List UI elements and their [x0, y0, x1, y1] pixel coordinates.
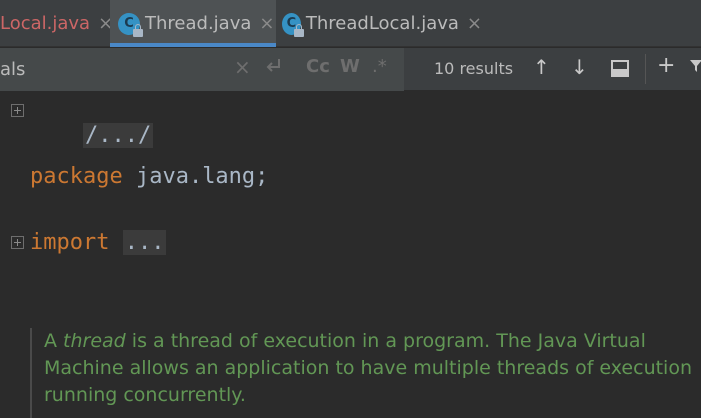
new-line-svg — [266, 59, 280, 72]
tab-threadlocal-java[interactable]: C ThreadLocal.java × — [276, 0, 482, 47]
tab-label: ThreadLocal.java — [305, 13, 459, 34]
folded-imports[interactable]: ... — [122, 230, 167, 255]
toolbar-divider — [645, 54, 646, 84]
tab-close-icon[interactable]: × — [259, 13, 274, 34]
previous-occurrence-icon[interactable]: ↑ — [533, 55, 550, 79]
fold-expand-icon[interactable] — [11, 104, 24, 117]
doc-italic-term: thread — [63, 330, 126, 352]
lock-icon — [293, 23, 304, 37]
search-results-count: 10 results — [434, 59, 514, 78]
code-line-import: import ... — [30, 230, 167, 255]
filter-icon[interactable] — [690, 56, 701, 81]
next-occurrence-icon[interactable]: ↓ — [571, 55, 588, 79]
class-file-icon: C — [282, 12, 304, 37]
add-occurrence-icon[interactable]: + — [657, 53, 675, 78]
search-input[interactable]: als × Cc W .* — [0, 48, 404, 91]
new-line-icon[interactable] — [265, 56, 283, 81]
editor-tab-bar: Local.java × C Thread.java × C ThreadLoc… — [0, 0, 701, 47]
package-name: java.lang; — [122, 164, 269, 189]
tab-close-icon[interactable]: × — [467, 13, 482, 34]
tab-local-java[interactable]: Local.java × — [0, 0, 113, 47]
folded-header[interactable]: /.../ — [82, 123, 154, 148]
doc-line-1: A thread is a thread of execution in a p… — [44, 328, 701, 355]
import-keyword: import — [30, 230, 110, 255]
lock-icon — [133, 23, 143, 37]
tab-thread-java[interactable]: C Thread.java × — [110, 0, 276, 47]
package-keyword: package — [30, 164, 123, 189]
rendered-javadoc: A thread is a thread of execution in a p… — [30, 328, 701, 418]
search-query-text: als — [0, 59, 26, 80]
fold-expand-icon[interactable] — [11, 236, 24, 249]
tab-label: Thread.java — [145, 13, 252, 34]
class-file-icon: C — [118, 12, 143, 37]
code-line-header: /.../ — [30, 98, 154, 173]
doc-line-2: Machine allows an application to have mu… — [44, 357, 693, 379]
code-editor[interactable]: /.../ package java.lang; import ... A th… — [0, 92, 701, 418]
tab-label: Local.java — [0, 13, 91, 34]
match-case-toggle[interactable]: Cc — [306, 56, 330, 77]
doc-text: A — [44, 330, 64, 352]
code-line-package: package java.lang; — [30, 164, 268, 189]
find-bar: als × Cc W .* 10 results ↑ ↓ + — [0, 48, 701, 91]
clear-search-icon[interactable]: × — [234, 55, 251, 79]
filter-svg — [690, 60, 701, 72]
select-all-occurrences-icon[interactable] — [611, 60, 629, 77]
whole-words-toggle[interactable]: W — [340, 56, 360, 77]
doc-line-3: running concurrently. — [44, 384, 246, 406]
doc-text: is a thread of execution in a program. T… — [125, 330, 646, 352]
regex-toggle[interactable]: .* — [372, 56, 387, 77]
